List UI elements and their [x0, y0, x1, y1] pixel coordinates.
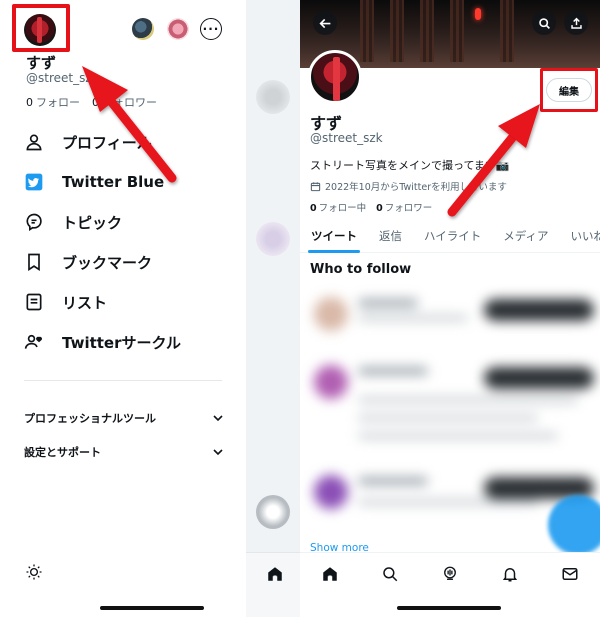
following-link[interactable]: 0 フォロー — [26, 94, 80, 110]
profile-handle: @street_szk — [310, 131, 383, 145]
menu-label: リスト — [62, 293, 108, 312]
tab-media[interactable]: メディア — [492, 219, 559, 252]
followers-link[interactable]: 0 フォロワー — [92, 94, 157, 110]
search-button[interactable] — [532, 11, 556, 35]
tab-replies[interactable]: 返信 — [368, 219, 413, 252]
drawer-menu: プロフィール Twitter Blue トピック ブックマーク リスト Twit… — [24, 122, 224, 362]
menu-label: ブックマーク — [62, 253, 153, 272]
profile-bio: ストリート写真をメインで撮ってます📷 — [310, 159, 510, 172]
tab-likes[interactable]: いいね — [559, 219, 600, 252]
messages-icon[interactable] — [561, 565, 579, 583]
switch-account-avatar[interactable] — [132, 18, 154, 40]
menu-label: トピック — [62, 213, 123, 232]
menu-label: Twitterサークル — [62, 333, 182, 352]
menu-item-twitter-blue[interactable]: Twitter Blue — [24, 162, 224, 202]
profile-follow-stats: 0 フォロー中 0 フォロワー — [310, 200, 432, 214]
user-handle: @street_szk — [26, 71, 99, 85]
joined-text: 2022年10月からTwitterを利用しています — [325, 182, 507, 193]
divider — [24, 380, 222, 381]
follow-stats: 0 フォロー 0 フォロワー — [26, 94, 157, 110]
display-name: すず — [26, 54, 57, 72]
circle-icon — [24, 334, 42, 349]
spaces-icon[interactable] — [441, 565, 459, 583]
tab-highlights[interactable]: ハイライト — [413, 219, 492, 252]
followers-link[interactable]: 0 フォロワー — [376, 200, 432, 214]
display-mode-icon[interactable] — [25, 563, 43, 581]
switch-account-avatar[interactable] — [167, 18, 189, 40]
section-professional-tools[interactable]: プロフェッショナルツール — [24, 410, 224, 426]
more-options-icon[interactable]: ··· — [200, 18, 222, 40]
menu-label: プロフィール — [62, 133, 152, 152]
bookmark-icon — [28, 253, 40, 272]
tweet-avatar — [256, 495, 290, 529]
share-button[interactable] — [564, 11, 588, 35]
menu-item-profile[interactable]: プロフィール — [24, 122, 224, 162]
section-label: 設定とサポート — [24, 446, 101, 459]
joined-date: 2022年10月からTwitterを利用しています — [310, 179, 507, 193]
profile-tabs: ツイート 返信 ハイライト メディア いいね — [300, 219, 600, 253]
who-to-follow-list — [300, 285, 600, 540]
highlight-box-avatar — [12, 4, 70, 52]
search-icon[interactable] — [381, 565, 399, 583]
back-arrow-icon — [318, 18, 330, 28]
twitter-blue-icon — [25, 173, 43, 191]
background-tab-bar — [246, 552, 300, 617]
tweet-avatar — [256, 80, 290, 114]
menu-item-twitter-circle[interactable]: Twitterサークル — [24, 322, 224, 362]
highlight-box-edit — [540, 68, 598, 112]
topic-icon — [26, 213, 42, 232]
menu-label: Twitter Blue — [62, 173, 165, 191]
who-to-follow-heading: Who to follow — [310, 262, 412, 277]
home-indicator — [397, 606, 501, 610]
chevron-down-icon — [213, 415, 223, 422]
search-icon — [538, 17, 550, 29]
section-label: プロフェッショナルツール — [24, 412, 156, 425]
timeline-background — [246, 0, 300, 617]
profile-avatar[interactable] — [308, 50, 362, 104]
tab-tweets[interactable]: ツイート — [300, 219, 368, 253]
tweet-avatar — [256, 222, 290, 256]
share-icon — [570, 17, 582, 29]
following-link[interactable]: 0 フォロー中 — [310, 200, 366, 214]
menu-item-topics[interactable]: トピック — [24, 202, 224, 242]
home-icon[interactable] — [321, 565, 339, 583]
menu-item-bookmarks[interactable]: ブックマーク — [24, 242, 224, 282]
person-icon — [26, 134, 42, 151]
notifications-icon[interactable] — [501, 565, 519, 583]
home-icon — [268, 567, 282, 581]
side-drawer: ··· すず @street_szk 0 フォロー 0 フォロワー プロフィール T… — [0, 0, 246, 617]
compose-tweet-button[interactable] — [548, 495, 600, 555]
menu-item-lists[interactable]: リスト — [24, 282, 224, 322]
profile-screen: 編集 すず @street_szk ストリート写真をメインで撮ってます📷 202… — [300, 0, 600, 617]
chevron-down-icon — [213, 449, 223, 456]
calendar-icon — [310, 181, 321, 191]
section-settings-support[interactable]: 設定とサポート — [24, 444, 224, 460]
list-icon — [26, 293, 42, 311]
back-button[interactable] — [313, 11, 337, 35]
home-indicator — [100, 606, 204, 610]
